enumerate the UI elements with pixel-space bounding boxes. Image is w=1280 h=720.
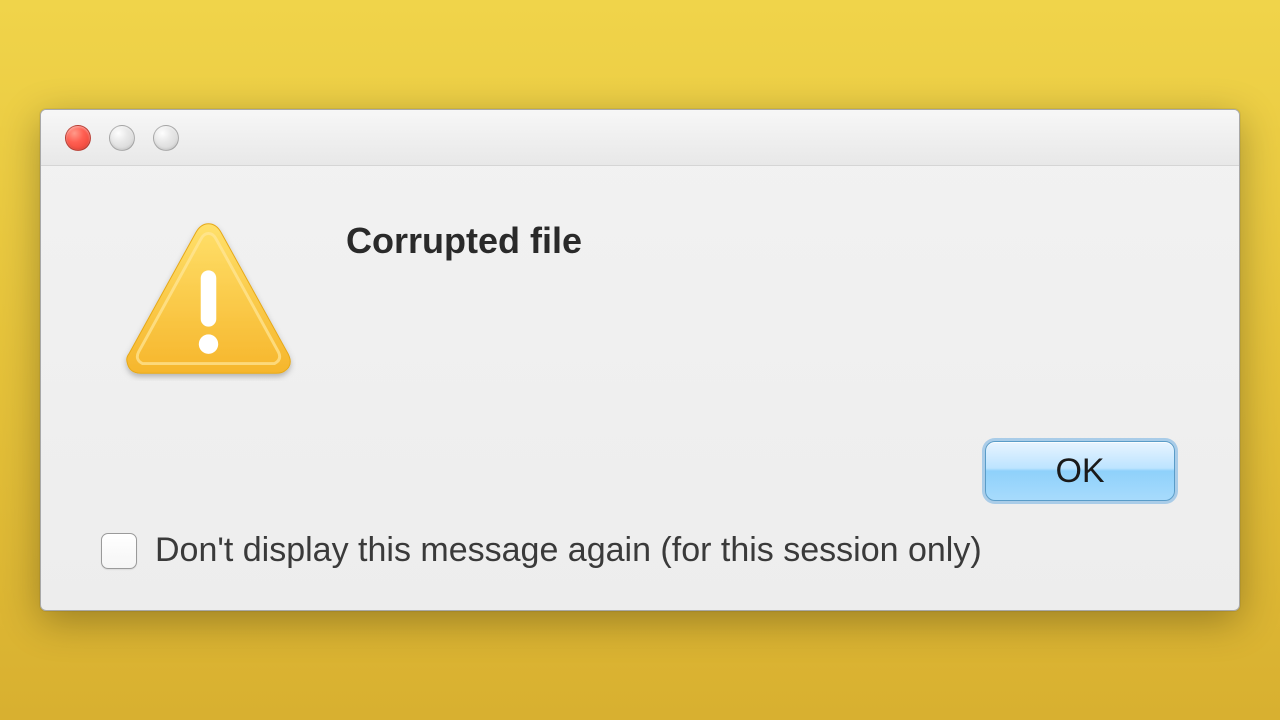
dialog-title: Corrupted file <box>346 220 1179 262</box>
content-row: Corrupted file <box>101 216 1179 381</box>
titlebar[interactable] <box>41 110 1239 166</box>
suppress-checkbox-label[interactable]: Don't display this message again (for th… <box>155 531 982 570</box>
suppress-checkbox[interactable] <box>101 533 137 569</box>
alert-dialog: Corrupted file OK Don't display this mes… <box>40 109 1240 611</box>
suppress-checkbox-row: Don't display this message again (for th… <box>101 531 1179 580</box>
close-icon[interactable] <box>65 125 91 151</box>
ok-button[interactable]: OK <box>985 441 1175 501</box>
message-area: Corrupted file <box>346 216 1179 262</box>
button-row: OK <box>101 441 1179 501</box>
warning-triangle-icon <box>121 216 296 381</box>
dialog-body: Corrupted file OK Don't display this mes… <box>41 166 1239 610</box>
zoom-icon[interactable] <box>153 125 179 151</box>
minimize-icon[interactable] <box>109 125 135 151</box>
